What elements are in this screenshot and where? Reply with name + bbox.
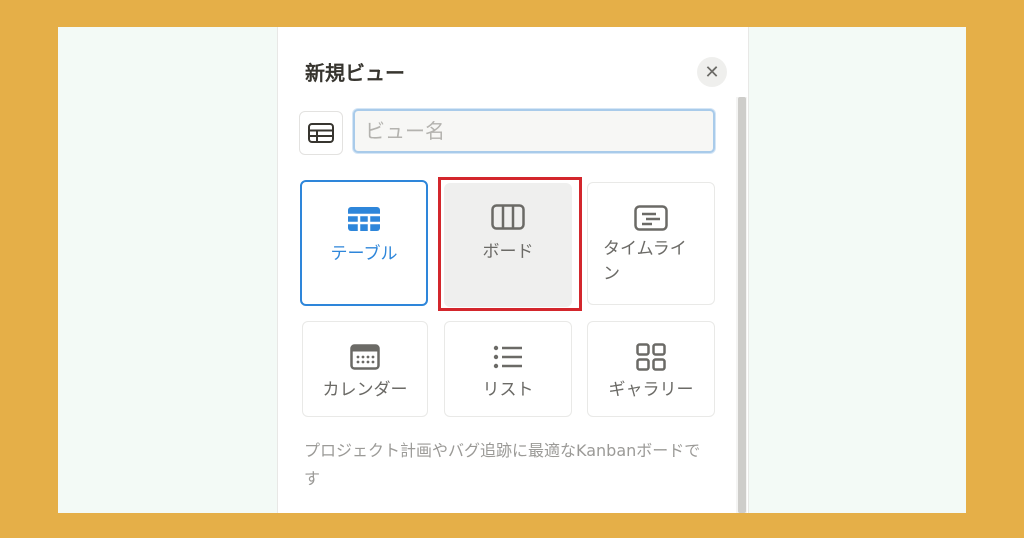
- view-type-card-table[interactable]: テーブル: [300, 180, 428, 306]
- view-type-label: ギャラリー: [608, 380, 694, 400]
- calendar-icon: [350, 342, 380, 372]
- view-name-input[interactable]: [353, 109, 715, 153]
- view-description: プロジェクト計画やバグ追跡に最適なKanbanボードです: [304, 441, 701, 488]
- new-view-dialog: 新規ビュー ✕ テーブル: [278, 27, 748, 513]
- background-page: [58, 27, 278, 513]
- close-icon: ✕: [704, 61, 720, 83]
- board-columns-icon: [491, 202, 525, 232]
- dialog-title: 新規ビュー: [305, 61, 405, 85]
- view-type-label: カレンダー: [322, 380, 408, 400]
- view-type-label: タイムライン: [603, 239, 687, 284]
- view-type-card-calendar[interactable]: カレンダー: [302, 321, 428, 417]
- view-type-card-gallery[interactable]: ギャラリー: [587, 321, 715, 417]
- view-type-card-board[interactable]: ボード: [444, 183, 572, 307]
- view-type-label: ボード: [482, 242, 534, 262]
- close-button[interactable]: ✕: [697, 57, 727, 87]
- scrollbar-thumb[interactable]: [738, 97, 746, 513]
- view-type-icon-button[interactable]: [299, 111, 343, 155]
- scrollbar[interactable]: [736, 97, 747, 513]
- gallery-grid-icon: [636, 342, 666, 372]
- view-type-card-timeline[interactable]: タイムライン: [587, 182, 715, 305]
- list-icon: [493, 342, 523, 372]
- timeline-icon: [634, 203, 668, 233]
- view-type-card-list[interactable]: リスト: [444, 321, 572, 417]
- table-icon: [347, 204, 381, 234]
- screenshot-canvas: 新規ビュー ✕ テーブル: [58, 27, 966, 513]
- table-icon: [308, 123, 334, 143]
- view-type-label: テーブル: [330, 244, 398, 264]
- view-type-label: リスト: [482, 380, 534, 400]
